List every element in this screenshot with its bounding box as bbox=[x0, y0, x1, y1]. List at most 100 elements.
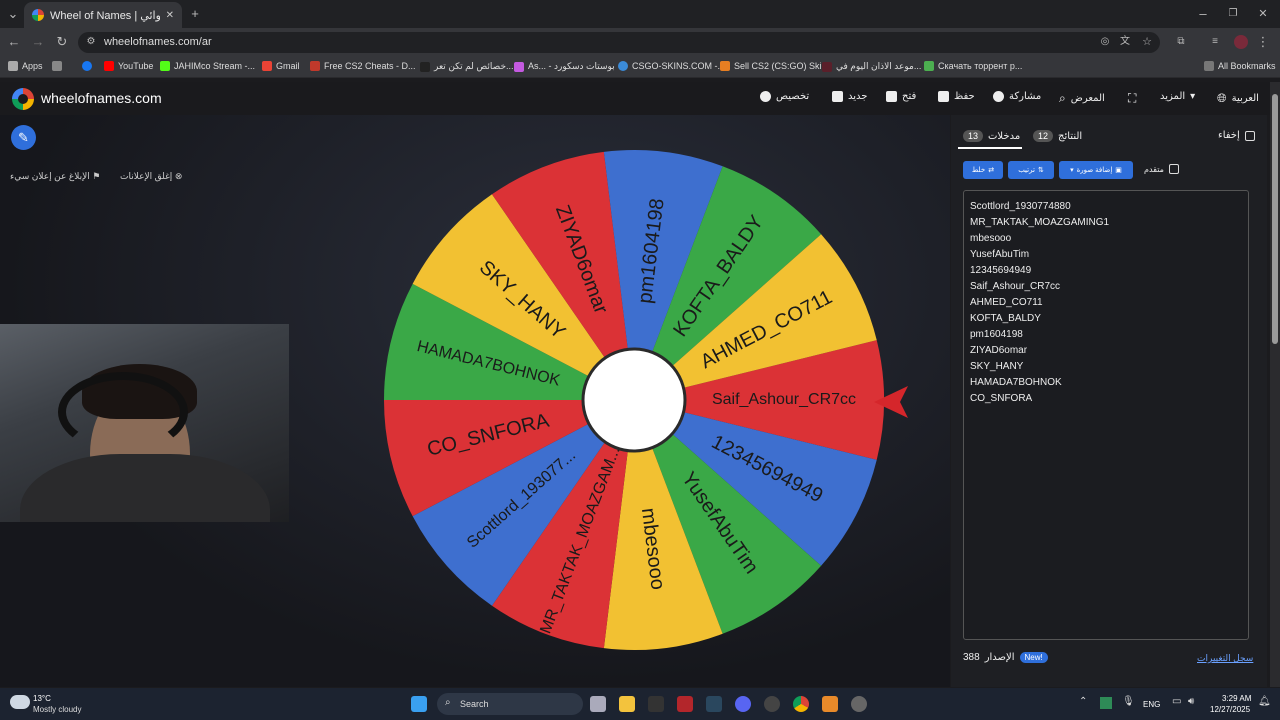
entry-line[interactable]: SKY_HANY bbox=[970, 359, 1242, 375]
bookmark-prayer-times[interactable]: موعد الاذان اليوم في... bbox=[822, 61, 921, 72]
input-language[interactable]: ENG bbox=[1143, 700, 1160, 709]
nav-new[interactable]: جديد bbox=[832, 91, 867, 102]
nav-share[interactable]: مشاركة bbox=[993, 91, 1041, 102]
back-icon[interactable]: ← bbox=[6, 28, 22, 56]
entry-line[interactable]: 12345694949 bbox=[970, 263, 1242, 279]
entry-line[interactable]: ZIYAD6omar bbox=[970, 343, 1242, 359]
entry-line[interactable]: KOFTA_BALDY bbox=[970, 311, 1242, 327]
bookmark-gmail[interactable]: Gmail bbox=[262, 61, 300, 71]
file-explorer-icon[interactable] bbox=[619, 696, 635, 712]
bookmark-star-icon[interactable]: ☆ bbox=[1140, 28, 1154, 56]
bookmark-youtube[interactable]: YouTube bbox=[104, 61, 153, 71]
fullscreen-button[interactable]: ⛶ bbox=[1128, 91, 1136, 106]
site-logo-icon[interactable] bbox=[12, 88, 34, 110]
windows-start-icon[interactable] bbox=[411, 696, 427, 712]
bookmark-torrent[interactable]: Скачать торрент р... bbox=[924, 61, 1022, 71]
url-input[interactable]: wheelofnames.com/ar bbox=[78, 32, 1160, 53]
minimize-icon[interactable]: – bbox=[1193, 0, 1213, 28]
browser-tab[interactable]: Wheel of Names | اسم العشوائي ✕ bbox=[24, 2, 182, 28]
edit-pencil-icon[interactable]: ✎ bbox=[11, 125, 36, 150]
bookmark-sell-cs2[interactable]: Sell CS2 (CS:GO) Ski... bbox=[720, 61, 829, 71]
cloud-icon[interactable] bbox=[10, 695, 30, 709]
bookmark-discord-posts[interactable]: As... - بوستات دسكورد bbox=[514, 61, 615, 72]
nav-language[interactable]: 🌐︎ العربية bbox=[1217, 91, 1259, 106]
tray-app-icon[interactable] bbox=[1100, 697, 1112, 709]
reading-list-icon[interactable]: ≡ bbox=[1208, 28, 1222, 56]
nav-gallery[interactable]: ⌕ المعرض bbox=[1059, 91, 1105, 106]
diamond-icon bbox=[514, 61, 524, 72]
name-wheel[interactable]: Saif_Ashour_CR7cc12345694949YusefAbuTimm… bbox=[382, 148, 886, 652]
steam-icon[interactable] bbox=[706, 696, 722, 712]
entry-line[interactable]: Scottlord_1930774880 bbox=[970, 199, 1242, 215]
nav-customize[interactable]: تخصيص bbox=[760, 91, 809, 102]
tab-search-icon[interactable]: ⌄ bbox=[4, 0, 22, 28]
advanced-checkbox[interactable] bbox=[1168, 164, 1179, 174]
app-network-icon[interactable] bbox=[764, 696, 780, 712]
entry-line[interactable]: Saif_Ashour_CR7cc bbox=[970, 279, 1242, 295]
entry-line[interactable]: mbesooo bbox=[970, 231, 1242, 247]
nav-save[interactable]: حفظ bbox=[938, 91, 975, 102]
menu-icon[interactable]: ⋮ bbox=[1256, 28, 1270, 56]
translate-icon[interactable]: 文 bbox=[1118, 28, 1132, 56]
report-ad-link[interactable]: الإبلاغ عن إعلان سيء ⚑ bbox=[10, 171, 100, 182]
clock-time[interactable]: 3:29 AM bbox=[1222, 694, 1251, 703]
window-close-icon[interactable]: ✕ bbox=[1253, 0, 1273, 28]
wheel-center-button[interactable] bbox=[581, 347, 687, 453]
app-settings-icon[interactable] bbox=[851, 696, 867, 712]
changelog-link[interactable]: سجل التغييرات bbox=[1197, 653, 1253, 664]
bookmark-cs2-cheats[interactable]: Free CS2 Cheats - D... bbox=[310, 61, 416, 71]
entry-line[interactable]: YusefAbuTim bbox=[970, 247, 1242, 263]
shuffle-button[interactable]: خلط ⇄ bbox=[963, 161, 1003, 179]
weather-temp[interactable]: 13°C bbox=[33, 694, 51, 703]
forward-icon[interactable]: → bbox=[30, 28, 46, 56]
entry-line[interactable]: CO_SNFORA bbox=[970, 391, 1242, 407]
close-ads-link[interactable]: إغلق الإعلانات ⊗ bbox=[120, 171, 182, 182]
advanced-toggle[interactable]: متقدم bbox=[1144, 164, 1179, 174]
add-image-button[interactable]: ▾ إضافة صورة ▣ bbox=[1059, 161, 1133, 179]
bookmark-csgo-skins[interactable]: CSGO-SKINS.COM -... bbox=[618, 61, 725, 71]
entry-line[interactable]: MR_TAKTAK_MOAZGAMING1 bbox=[970, 215, 1242, 231]
network-icon[interactable]: ▭ bbox=[1172, 696, 1181, 707]
chrome-icon[interactable] bbox=[793, 696, 809, 712]
microphone-icon[interactable]: 🎙︎ bbox=[1122, 696, 1135, 707]
site-info-icon[interactable]: ⚙ bbox=[84, 28, 98, 56]
profile-avatar[interactable] bbox=[1234, 35, 1248, 49]
extensions-icon[interactable]: ⧉ bbox=[1174, 28, 1188, 56]
bookmark-arabic-1[interactable]: خصائص لم تكن تعر... bbox=[420, 61, 514, 72]
taskbar-search[interactable]: Search bbox=[437, 693, 583, 715]
search-icon: ⌕ bbox=[1059, 91, 1066, 105]
discord-icon[interactable] bbox=[735, 696, 751, 712]
restore-icon[interactable]: ❐ bbox=[1223, 0, 1243, 28]
hide-toggle[interactable]: إخفاء bbox=[1218, 130, 1255, 141]
tab-entries[interactable]: 13 مدخلات bbox=[963, 130, 1020, 142]
task-view-icon[interactable] bbox=[590, 696, 606, 712]
nav-more[interactable]: المزيد ▾ bbox=[1160, 91, 1195, 102]
tab-results[interactable]: 12 النتائج bbox=[1033, 130, 1082, 142]
app-g-icon[interactable] bbox=[648, 696, 664, 712]
app-vlc-icon[interactable] bbox=[822, 696, 838, 712]
nav-open[interactable]: فتح bbox=[886, 91, 916, 102]
bookmark-jahimco[interactable]: JAHIMco Stream -... bbox=[160, 61, 255, 71]
app-a-icon[interactable] bbox=[677, 696, 693, 712]
entry-line[interactable]: pm1604198 bbox=[970, 327, 1242, 343]
grid-icon[interactable] bbox=[52, 61, 62, 71]
bookmark-apps[interactable]: Apps bbox=[8, 61, 43, 71]
close-icon[interactable]: ✕ bbox=[166, 10, 174, 21]
notification-icon[interactable]: 🔔︎ bbox=[1258, 696, 1271, 707]
bookmark-facebook[interactable] bbox=[82, 61, 92, 71]
site-brand[interactable]: wheelofnames.com bbox=[41, 90, 162, 106]
eye-off-icon[interactable]: ◎ bbox=[1098, 28, 1112, 56]
entries-textarea[interactable]: Scottlord_1930774880 MR_TAKTAK_MOAZGAMING… bbox=[963, 190, 1249, 640]
volume-icon[interactable]: 🔊︎ bbox=[1188, 696, 1194, 707]
sort-button[interactable]: ترتيب ⇅ bbox=[1008, 161, 1054, 179]
reload-icon[interactable]: ↻ bbox=[54, 28, 70, 56]
bookmark-all[interactable]: All Bookmarks bbox=[1204, 61, 1276, 71]
entry-line[interactable]: AHMED_CO711 bbox=[970, 295, 1242, 311]
entry-line[interactable]: HAMADA7BOHNOK bbox=[970, 375, 1242, 391]
hide-checkbox[interactable] bbox=[1244, 130, 1255, 141]
clock-date[interactable]: 12/27/2025 bbox=[1210, 705, 1250, 714]
chevron-up-icon[interactable]: ⌃ bbox=[1079, 696, 1087, 707]
scrollbar-thumb[interactable] bbox=[1272, 94, 1278, 344]
new-tab-icon[interactable]: + bbox=[186, 0, 204, 28]
weather-desc[interactable]: Mostly cloudy bbox=[33, 705, 81, 714]
